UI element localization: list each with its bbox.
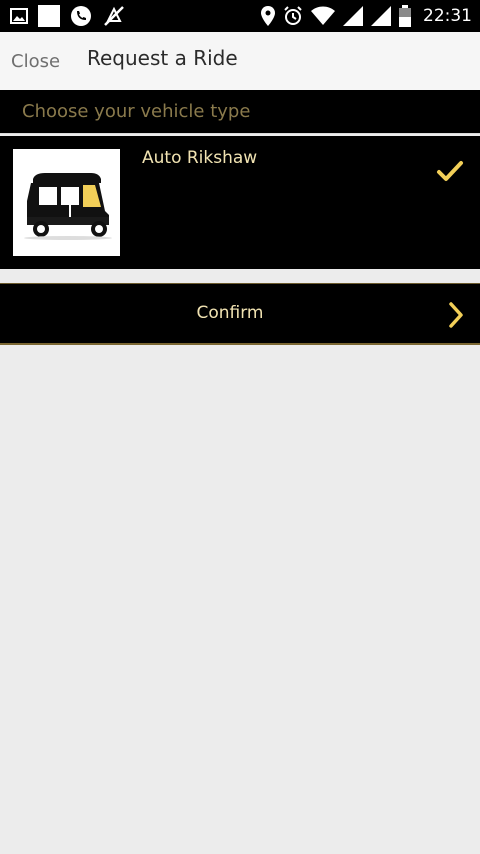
signal-icon xyxy=(343,6,363,26)
vehicle-type-section-header: Choose your vehicle type xyxy=(0,90,480,134)
chevron-right-icon xyxy=(447,301,465,333)
status-right-icons: 22:31 xyxy=(261,5,472,27)
divider-strip xyxy=(0,269,480,283)
vehicle-option-auto-rikshaw[interactable]: Auto Rikshaw xyxy=(0,136,480,269)
page-title: Request a Ride xyxy=(87,46,238,70)
auto-rikshaw-icon xyxy=(13,149,120,256)
location-pin-icon xyxy=(261,6,275,26)
confirm-label: Confirm xyxy=(196,303,264,323)
close-button[interactable]: Close xyxy=(11,51,60,72)
status-time: 22:31 xyxy=(423,6,472,26)
checkmark-icon xyxy=(436,160,464,188)
status-left-icons xyxy=(10,5,126,27)
phone-icon xyxy=(70,5,92,27)
no-sync-icon xyxy=(102,5,126,27)
battery-icon xyxy=(399,5,411,27)
app-header: Close Request a Ride xyxy=(0,32,480,90)
section-label: Choose your vehicle type xyxy=(22,101,251,122)
white-square-icon xyxy=(38,5,60,27)
alarm-icon xyxy=(283,6,303,26)
gallery-icon xyxy=(10,7,28,25)
signal-icon-2 xyxy=(371,6,391,26)
confirm-button[interactable]: Confirm xyxy=(0,283,480,345)
wifi-icon xyxy=(311,6,335,26)
empty-content-area xyxy=(0,346,480,854)
vehicle-name: Auto Rikshaw xyxy=(142,148,258,168)
status-bar: 22:31 xyxy=(0,0,480,32)
